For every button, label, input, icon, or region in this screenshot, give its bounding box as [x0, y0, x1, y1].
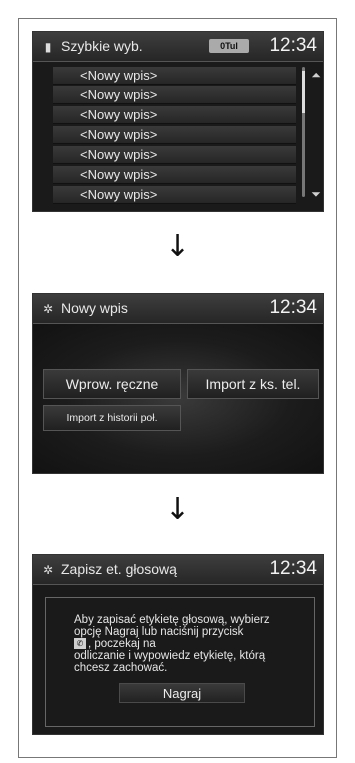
scrollbar[interactable] [302, 67, 305, 197]
flow-arrow-down-icon: ↓ [164, 229, 191, 264]
figure-frame: ▮ Szybkie wyb. 0Tul 12:34 <Nowy wpis> <N… [18, 18, 337, 758]
instruction-line: opcję Nagraj lub naciśnij przycisk [74, 626, 244, 638]
import-phonebook-button[interactable]: Import z ks. tel. [187, 369, 319, 399]
gear-icon: ✲ [42, 563, 54, 577]
new-entry-screen: ✲ Nowy wpis 12:34 Wprow. ręczne Import z… [32, 293, 324, 474]
list-item[interactable]: <Nowy wpis> [53, 166, 296, 184]
instruction-text: Aby zapisać etykietę głosową, wybierz op… [74, 614, 299, 674]
header-bar: ✲ Nowy wpis 12:34 [33, 294, 323, 324]
instruction-line-with-icon: ✆, poczekaj na [74, 638, 299, 650]
clock: 12:34 [269, 297, 317, 318]
record-button[interactable]: Nagraj [119, 683, 245, 703]
talk-button-icon: ✆ [74, 638, 86, 650]
list-item[interactable]: <Nowy wpis> [53, 146, 296, 164]
save-voice-tag-screen: ✲ Zapisz et. głosową 12:34 Aby zapisać e… [32, 554, 324, 735]
screen-title: Szybkie wyb. [61, 38, 143, 54]
manual-entry-button[interactable]: Wprow. ręczne [43, 369, 181, 399]
gear-icon: ✲ [42, 302, 54, 316]
list-item[interactable]: <Nowy wpis> [53, 67, 296, 85]
scrollbar-thumb[interactable] [302, 71, 305, 113]
list-item[interactable]: <Nowy wpis> [53, 106, 296, 124]
scroll-down-icon[interactable]: ⏷ [309, 187, 323, 201]
list-item[interactable]: <Nowy wpis> [53, 86, 296, 104]
screen-title: Nowy wpis [61, 300, 128, 316]
list-item[interactable]: <Nowy wpis> [53, 186, 296, 204]
scroll-up-icon[interactable]: ⏶ [309, 68, 323, 82]
phone-icon: ▮ [44, 40, 52, 54]
clock: 12:34 [269, 558, 317, 579]
signal-status-badge: 0Tul [209, 39, 249, 53]
instruction-line: , poczekaj na [88, 638, 156, 650]
clock: 12:34 [269, 35, 317, 56]
speed-dial-screen: ▮ Szybkie wyb. 0Tul 12:34 <Nowy wpis> <N… [32, 31, 324, 212]
list-item[interactable]: <Nowy wpis> [53, 126, 296, 144]
instruction-line: odliczanie i wypowiedz etykietę, którą [74, 650, 266, 662]
import-call-history-button[interactable]: Import z historii poł. [43, 405, 181, 431]
flow-arrow-down-icon: ↓ [164, 492, 191, 527]
instruction-line: Aby zapisać etykietę głosową, wybierz [74, 614, 270, 626]
header-bar: ✲ Zapisz et. głosową 12:34 [33, 555, 323, 585]
instruction-line: chcesz zachować. [74, 662, 168, 674]
header-bar: ▮ Szybkie wyb. 0Tul 12:34 [33, 32, 323, 62]
screen-title: Zapisz et. głosową [61, 561, 177, 577]
